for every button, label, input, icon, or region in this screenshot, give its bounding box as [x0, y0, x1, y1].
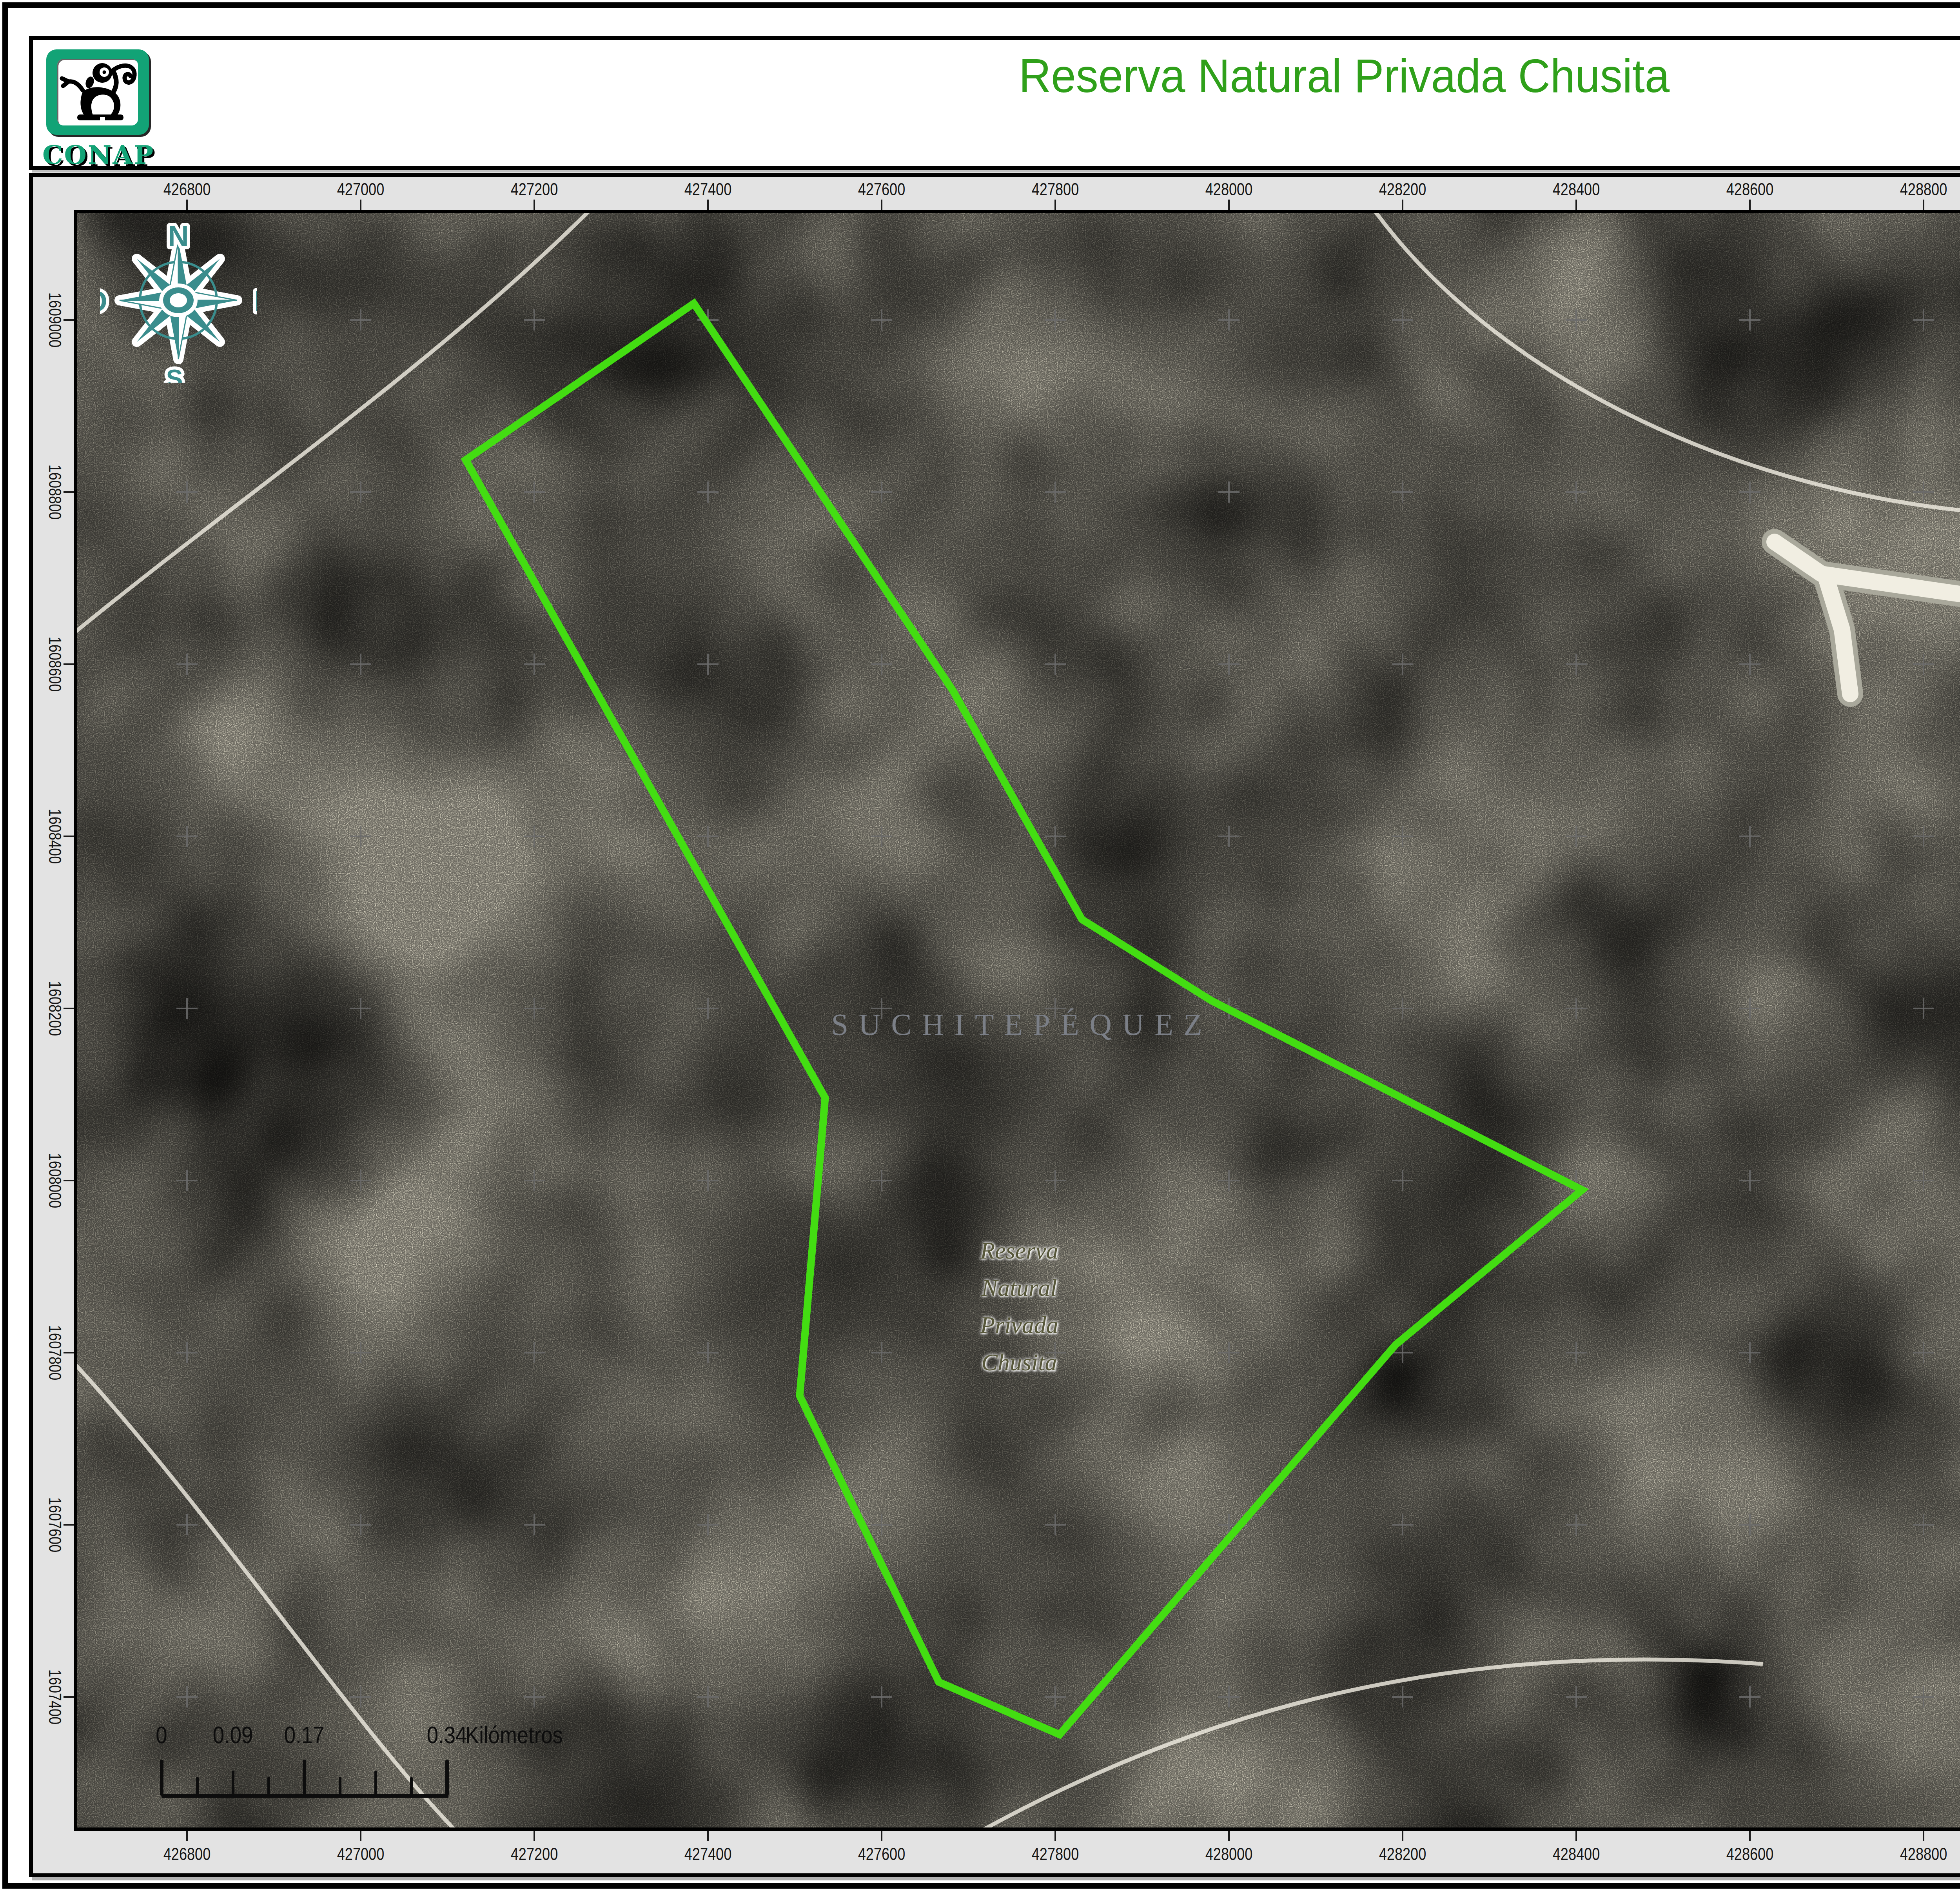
scalebar-tick [160, 1760, 163, 1796]
grid-coordinate-label-top: 428800 [1900, 180, 1947, 199]
grid-coordinate-label-top: 427800 [1032, 180, 1079, 199]
scalebar-tick [303, 1760, 306, 1796]
grid-coordinate-label-left: 1608600 [45, 637, 65, 692]
reserve-name-line: Natural [980, 1269, 1058, 1306]
scalebar-tick [267, 1777, 270, 1796]
grid-coordinate-label-bottom: 428600 [1726, 1844, 1773, 1864]
grid-coordinate-label-top: 427200 [511, 180, 558, 199]
grid-tick-bottom [1228, 1831, 1230, 1841]
grid-tick-top [1749, 200, 1751, 210]
map-frame: N E S O SUCHITEPÉQUEZ Reserva Natural Pr… [74, 210, 1960, 1831]
grid-coordinate-label-bottom: 427600 [858, 1844, 905, 1864]
compass-east-label: E [254, 285, 257, 318]
grid-tick-top [1923, 200, 1924, 210]
scalebar-label-0.34: 0.34 [427, 1721, 467, 1749]
grid-coordinate-label-bottom: 426800 [163, 1844, 211, 1864]
grid-coordinate-label-top: 428600 [1726, 180, 1773, 199]
grid-tick-left [64, 1352, 74, 1353]
grid-tick-left [64, 663, 74, 665]
grid-tick-left [64, 836, 74, 837]
compass-west-label: O [100, 285, 107, 318]
conap-wordmark: CONAP [42, 140, 153, 170]
compass-rose-icon: N E S O [100, 218, 257, 383]
grid-coordinate-label-bottom: 427200 [511, 1844, 558, 1864]
grid-coordinate-label-bottom: 428000 [1205, 1844, 1252, 1864]
scalebar-label-0: 0 [156, 1721, 167, 1749]
grid-tick-top [881, 200, 882, 210]
grid-coordinate-label-left: 1607400 [45, 1669, 65, 1724]
grid-coordinate-label-bottom: 428800 [1900, 1844, 1947, 1864]
department-label: SUCHITEPÉQUEZ [831, 1007, 1212, 1042]
grid-coordinate-label-top: 427400 [684, 180, 731, 199]
scalebar-tick [196, 1777, 199, 1796]
page-title: Reserva Natural Privada Chusita [1018, 49, 1669, 103]
grid-coordinate-label-left: 1609000 [45, 292, 65, 347]
scalebar-tick [410, 1777, 413, 1796]
grid-tick-bottom [360, 1831, 361, 1841]
scalebar-tick [374, 1771, 377, 1796]
grid-coordinate-label-top: 428000 [1205, 180, 1252, 199]
grid-tick-bottom [1054, 1831, 1056, 1841]
grid-tick-top [360, 200, 361, 210]
mayan-monkey-icon [57, 59, 138, 125]
grid-coordinate-label-left: 1607800 [45, 1325, 65, 1380]
grid-coordinate-label-bottom: 427400 [684, 1844, 731, 1864]
grid-tick-top [1228, 200, 1230, 210]
grid-tick-top [186, 200, 188, 210]
grid-tick-top [1054, 200, 1056, 210]
grid-coordinate-label-top: 427600 [858, 180, 905, 199]
grid-tick-bottom [1575, 1831, 1577, 1841]
scalebar-label-0.17: 0.17 [284, 1721, 325, 1749]
grid-tick-left [64, 1524, 74, 1526]
reserve-name-line: Reserva [980, 1232, 1058, 1269]
grid-tick-bottom [1749, 1831, 1751, 1841]
grid-coordinate-label-bottom: 427800 [1032, 1844, 1079, 1864]
scalebar-unit-label: Kilómetros [465, 1721, 563, 1749]
grid-tick-bottom [1402, 1831, 1403, 1841]
grid-coordinate-label-left: 1608000 [45, 1153, 65, 1208]
grid-tick-left [64, 491, 74, 493]
scalebar-tick [339, 1777, 341, 1796]
reserve-name-line: Chusita [980, 1344, 1058, 1381]
conap-logo-inner [57, 59, 138, 125]
grid-coordinate-label-bottom: 428200 [1379, 1844, 1426, 1864]
grid-tick-bottom [186, 1831, 188, 1841]
scalebar-label-0.09: 0.09 [213, 1721, 253, 1749]
map-block: N E S O SUCHITEPÉQUEZ Reserva Natural Pr… [29, 173, 1960, 1877]
grid-tick-left [64, 1008, 74, 1009]
grid-coordinate-label-left: 1608800 [45, 465, 65, 520]
grid-tick-bottom [707, 1831, 709, 1841]
grid-tick-left [64, 1696, 74, 1698]
grid-tick-top [534, 200, 535, 210]
grid-coordinate-label-top: 427000 [337, 180, 384, 199]
compass-south-label: S [166, 365, 183, 383]
conap-logo: CONAP [46, 49, 149, 162]
grid-coordinate-label-left: 1607600 [45, 1497, 65, 1552]
reserve-name-label: Reserva Natural Privada Chusita [980, 1232, 1058, 1381]
grid-tick-bottom [1923, 1831, 1924, 1841]
grid-coordinate-label-top: 428400 [1553, 180, 1600, 199]
header: CONAP Reserva Natural Privada Chusita DA… [29, 36, 1960, 170]
conap-logo-frame [46, 49, 149, 135]
grid-coordinate-label-bottom: 427000 [337, 1844, 384, 1864]
grid-tick-top [707, 200, 709, 210]
scalebar-tick [232, 1771, 234, 1796]
grid-tick-top [1575, 200, 1577, 210]
grid-tick-bottom [534, 1831, 535, 1841]
grid-coordinate-label-top: 426800 [163, 180, 211, 199]
grid-coordinate-label-top: 428200 [1379, 180, 1426, 199]
reserve-name-line: Privada [980, 1306, 1058, 1344]
grid-tick-top [1402, 200, 1403, 210]
grid-coordinate-label-left: 1608200 [45, 981, 65, 1036]
grid-tick-left [64, 1180, 74, 1181]
grid-tick-bottom [881, 1831, 882, 1841]
scalebar-tick [445, 1760, 449, 1796]
grid-tick-left [64, 319, 74, 321]
grid-coordinate-label-bottom: 428400 [1553, 1844, 1600, 1864]
compass-north-label: N [168, 220, 189, 252]
grid-coordinate-label-left: 1608400 [45, 809, 65, 864]
